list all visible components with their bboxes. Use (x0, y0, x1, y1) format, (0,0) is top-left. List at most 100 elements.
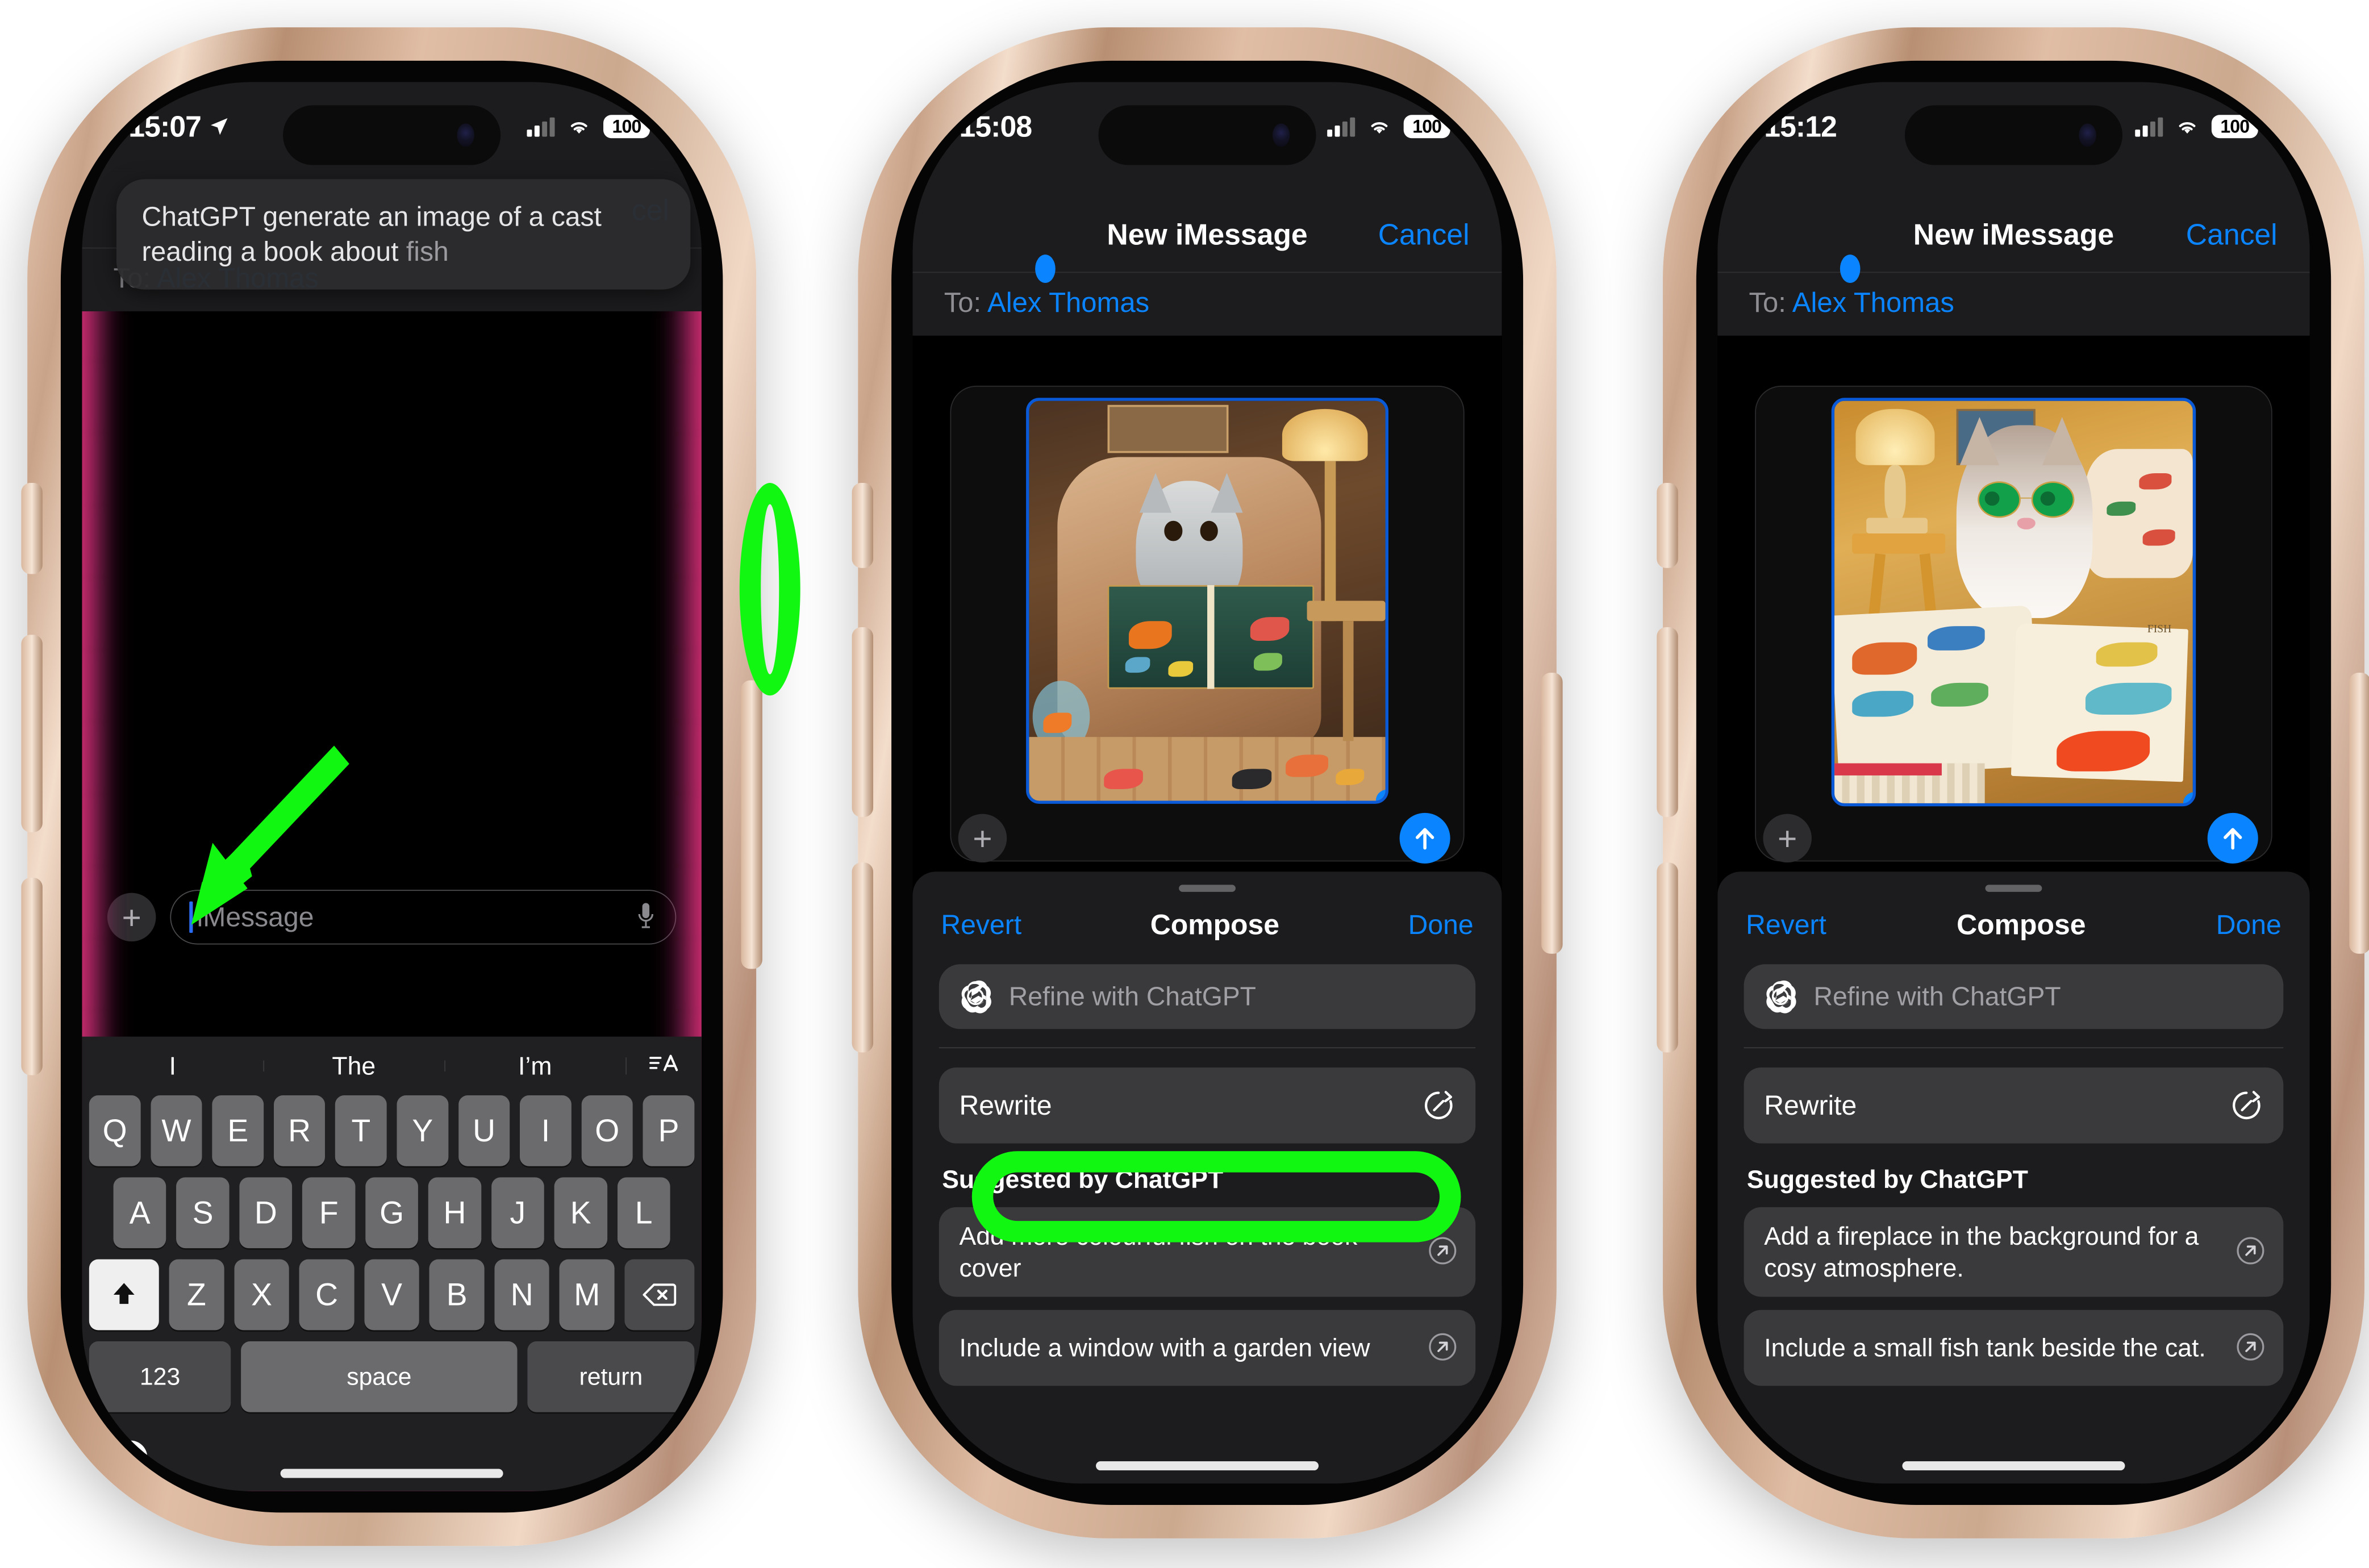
recipient-name[interactable]: Alex Thomas (987, 286, 1149, 318)
phone-2-volume-up-button[interactable] (852, 627, 874, 818)
home-indicator[interactable] (1096, 1461, 1319, 1471)
key-l[interactable]: L (617, 1177, 670, 1249)
key-u[interactable]: U (458, 1095, 510, 1166)
key-x[interactable]: X (234, 1259, 289, 1331)
home-indicator[interactable] (1902, 1461, 2125, 1471)
cancel-button[interactable]: Cancel (2186, 218, 2278, 252)
key-o[interactable]: O (581, 1095, 633, 1166)
recipient-cursor-dot (1035, 255, 1056, 283)
key-q[interactable]: Q (89, 1095, 141, 1166)
phone-3-side-power-button[interactable] (2349, 673, 2369, 954)
suggestion-1[interactable]: The (263, 1051, 444, 1081)
key-f[interactable]: F (302, 1177, 356, 1249)
home-indicator[interactable] (280, 1469, 503, 1478)
compose-title: Compose (1150, 908, 1280, 941)
status-indicators: 100 (1327, 115, 1455, 139)
key-y[interactable]: Y (397, 1095, 449, 1166)
status-time-text: 15:07 (128, 110, 202, 143)
send-arrow-icon (2224, 828, 2242, 850)
key-j[interactable]: J (491, 1177, 544, 1249)
key-d[interactable]: D (239, 1177, 293, 1249)
key-b[interactable]: B (429, 1259, 485, 1331)
emoji-icon[interactable] (111, 1438, 150, 1479)
recipient-name[interactable]: Alex Thomas (1792, 286, 1954, 318)
on-screen-keyboard[interactable]: I The I’m Q W E R T Y U I O P A S D F G … (82, 1036, 702, 1491)
volume-down-button[interactable] (21, 878, 43, 1075)
key-v[interactable]: V (364, 1259, 419, 1331)
phone-3-volume-down-button[interactable] (1657, 862, 1678, 1053)
suggestion-item[interactable]: Include a small fish tank beside the cat… (1744, 1310, 2284, 1386)
shift-key[interactable] (89, 1259, 159, 1331)
mute-switch[interactable] (21, 483, 43, 574)
done-button[interactable]: Done (2216, 909, 2282, 940)
key-z[interactable]: Z (169, 1259, 224, 1331)
numbers-key[interactable]: 123 (89, 1341, 231, 1412)
key-m[interactable]: M (559, 1259, 615, 1331)
key-t[interactable]: T (335, 1095, 387, 1166)
phone-3-volume-up-button[interactable] (1657, 627, 1678, 818)
generated-image-cat-armchair[interactable] (1025, 398, 1389, 804)
send-button[interactable] (2207, 812, 2258, 864)
attachments-plus-button[interactable]: + (1763, 814, 1812, 863)
key-n[interactable]: N (494, 1259, 550, 1331)
attachments-plus-button[interactable]: + (107, 893, 156, 942)
space-key[interactable]: space (241, 1341, 518, 1412)
front-camera-lens (2079, 123, 2096, 147)
phone-2-side-power-button[interactable] (1541, 673, 1563, 954)
sheet-grabber[interactable] (1985, 885, 2042, 892)
done-button[interactable]: Done (1408, 909, 1474, 940)
key-r[interactable]: R (273, 1095, 326, 1166)
key-s[interactable]: S (176, 1177, 230, 1249)
phone-2-volume-down-button[interactable] (852, 862, 874, 1053)
key-g[interactable]: G (365, 1177, 419, 1249)
attachments-plus-button[interactable]: + (958, 814, 1007, 863)
send-button[interactable] (1399, 812, 1450, 864)
dynamic-island (283, 105, 501, 165)
side-power-button[interactable] (741, 680, 762, 969)
key-c[interactable]: C (299, 1259, 354, 1331)
cancel-button[interactable]: Cancel (1378, 218, 1470, 252)
text-format-icon[interactable] (625, 1048, 702, 1083)
key-a[interactable]: A (113, 1177, 166, 1249)
mic-icon[interactable] (633, 900, 658, 935)
revert-button[interactable]: Revert (941, 909, 1021, 940)
revert-button[interactable]: Revert (1746, 909, 1826, 940)
message-input-bar: + iMessage (82, 890, 702, 945)
suggestion-2[interactable]: I’m (444, 1051, 625, 1081)
dictation-mic-icon[interactable] (644, 1438, 672, 1479)
message-input[interactable]: iMessage (170, 890, 677, 945)
key-h[interactable]: H (428, 1177, 481, 1249)
open-arrow-icon[interactable] (2236, 1236, 2266, 1268)
refine-with-chatgpt-input[interactable]: Refine with ChatGPT (939, 964, 1476, 1029)
suggestion-0[interactable]: I (82, 1051, 263, 1081)
suggestion-item[interactable]: Include a window with a garden view (939, 1310, 1476, 1386)
key-k[interactable]: K (554, 1177, 607, 1249)
open-arrow-icon[interactable] (1428, 1332, 1457, 1364)
refine-with-chatgpt-input[interactable]: Refine with ChatGPT (1744, 964, 2284, 1029)
battery-percent: 100 (603, 115, 650, 139)
rewrite-button[interactable]: Rewrite (1744, 1067, 2284, 1144)
phone-2-mute-switch[interactable] (852, 483, 874, 568)
battery-percent: 100 (2211, 115, 2258, 139)
recipient-row[interactable]: To: Alex Thomas (912, 255, 1502, 336)
key-e[interactable]: E (212, 1095, 264, 1166)
image-attachment-card[interactable]: + (950, 385, 1465, 864)
key-p[interactable]: P (643, 1095, 695, 1166)
sheet-grabber[interactable] (1179, 885, 1236, 892)
siri-request-banner: ChatGPT generate an image of a cast read… (116, 179, 691, 290)
key-i[interactable]: I (520, 1095, 572, 1166)
refine-placeholder: Refine with ChatGPT (1813, 982, 2061, 1012)
image-attachment-card[interactable]: FISH + (1755, 385, 2272, 864)
open-arrow-icon[interactable] (1428, 1236, 1457, 1268)
return-key[interactable]: return (527, 1341, 695, 1412)
key-w[interactable]: W (151, 1095, 202, 1166)
phone-3-mute-switch[interactable] (1657, 483, 1678, 568)
backspace-key[interactable] (624, 1259, 695, 1331)
open-arrow-icon[interactable] (2236, 1332, 2266, 1364)
generated-image-cat-glasses[interactable]: FISH (1831, 398, 2196, 807)
recipient-row[interactable]: To: Alex Thomas (1717, 255, 2310, 336)
suggestion-item[interactable]: Add a fireplace in the background for a … (1744, 1207, 2284, 1297)
rewrite-button[interactable]: Rewrite (939, 1067, 1476, 1144)
to-label: To: (944, 286, 982, 318)
volume-up-button[interactable] (21, 635, 43, 832)
